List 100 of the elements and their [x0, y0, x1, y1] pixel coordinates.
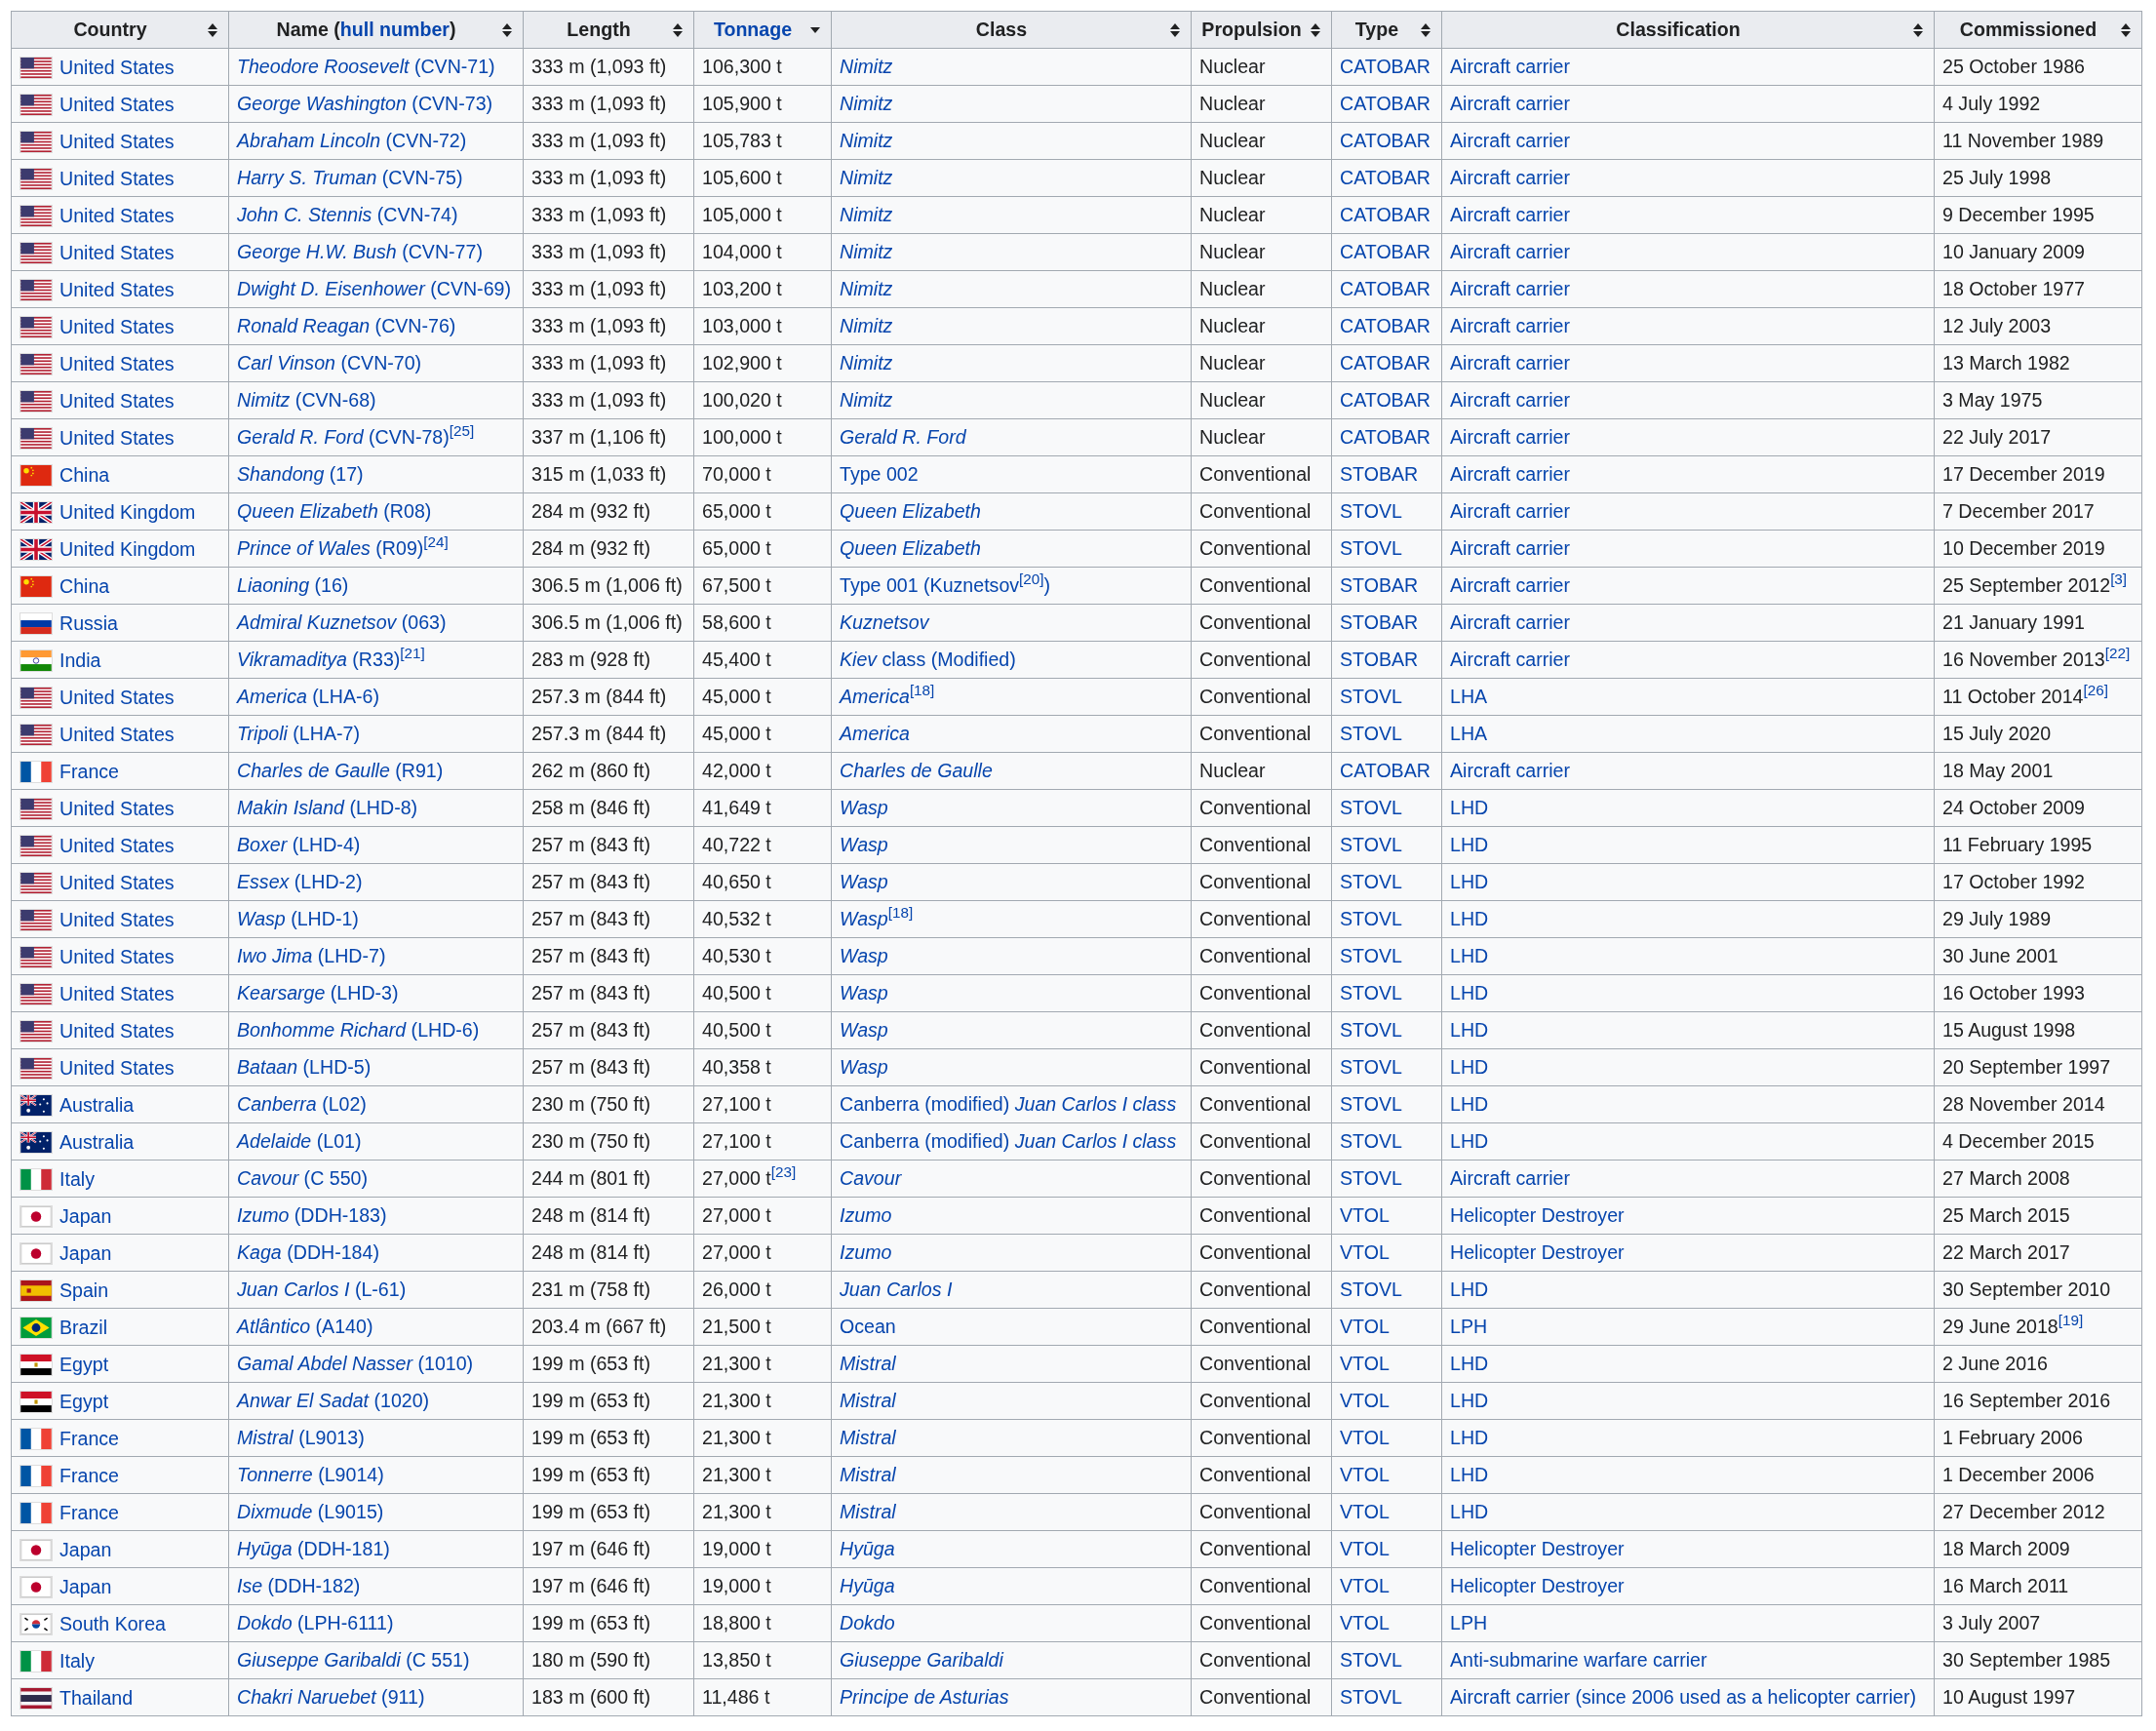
classification-link[interactable]: Helicopter Destroyer: [1450, 1575, 1625, 1596]
class-link[interactable]: Dokdo: [840, 1612, 895, 1633]
class-link[interactable]: Nimitz: [840, 204, 893, 225]
classification-link[interactable]: Aircraft carrier: [1450, 500, 1571, 522]
class-link[interactable]: Gerald R. Ford: [840, 426, 966, 448]
class-link[interactable]: Wasp: [840, 982, 888, 1003]
classification-link[interactable]: Aircraft carrier: [1450, 574, 1571, 596]
class-link[interactable]: Nimitz: [840, 389, 893, 411]
country-link[interactable]: Egypt: [59, 1390, 109, 1413]
column-header[interactable]: Propulsion: [1191, 11, 1332, 49]
classification-link[interactable]: Aircraft carrier: [1450, 352, 1571, 374]
country-link[interactable]: Egypt: [59, 1353, 109, 1376]
classification-link[interactable]: Aircraft carrier: [1450, 537, 1571, 559]
country-link[interactable]: France: [59, 760, 119, 783]
class-link[interactable]: Nimitz: [840, 56, 893, 77]
classification-link[interactable]: Aircraft carrier: [1450, 167, 1571, 188]
column-header[interactable]: Tonnage: [693, 11, 832, 49]
classification-link[interactable]: Helicopter Destroyer: [1450, 1241, 1625, 1263]
classification-link[interactable]: Aircraft carrier: [1450, 130, 1571, 151]
classification-link[interactable]: Aircraft carrier: [1450, 278, 1571, 299]
class-link[interactable]: Wasp: [840, 797, 888, 818]
class-link[interactable]: Kuznetsov: [840, 611, 929, 633]
country-link[interactable]: China: [59, 574, 110, 598]
class-link[interactable]: Mistral: [840, 1353, 896, 1374]
classification-link[interactable]: LHD: [1450, 1056, 1489, 1078]
classification-link[interactable]: LHD: [1450, 1130, 1489, 1152]
class-link[interactable]: Cavour: [840, 1167, 902, 1189]
classification-link[interactable]: Aircraft carrier: [1450, 611, 1571, 633]
classification-link[interactable]: Aircraft carrier: [1450, 315, 1571, 336]
class-link[interactable]: Nimitz: [840, 241, 893, 262]
class-link[interactable]: Izumo: [840, 1241, 892, 1263]
class-link[interactable]: Mistral: [840, 1427, 896, 1448]
classification-link[interactable]: LHD: [1450, 1353, 1489, 1374]
class-link[interactable]: Wasp$^{[18]}$: [840, 908, 914, 929]
country-link[interactable]: Russia: [59, 611, 118, 635]
country-link[interactable]: Japan: [59, 1241, 112, 1265]
classification-link[interactable]: Aircraft carrier: [1450, 426, 1571, 448]
class-link[interactable]: Nimitz: [840, 93, 893, 114]
classification-link[interactable]: LHD: [1450, 1501, 1489, 1522]
country-link[interactable]: Japan: [59, 1538, 112, 1561]
class-link[interactable]: Hyūga: [840, 1538, 895, 1559]
classification-link[interactable]: Aircraft carrier: [1450, 241, 1571, 262]
class-link[interactable]: Wasp: [840, 945, 888, 966]
classification-link[interactable]: Aircraft carrier: [1450, 760, 1571, 781]
country-link[interactable]: China: [59, 463, 110, 487]
column-header[interactable]: Type: [1331, 11, 1442, 49]
country-link[interactable]: Spain: [59, 1279, 109, 1302]
column-header[interactable]: Name (hull number): [228, 11, 524, 49]
country-link[interactable]: Japan: [59, 1575, 112, 1598]
class-link[interactable]: America: [840, 723, 910, 744]
class-link[interactable]: Izumo: [840, 1204, 892, 1226]
country-link[interactable]: Italy: [59, 1649, 95, 1672]
classification-link[interactable]: LHA: [1450, 723, 1488, 744]
class-link[interactable]: Juan Carlos I: [840, 1279, 953, 1300]
class-link[interactable]: Nimitz: [840, 167, 893, 188]
class-link[interactable]: Wasp: [840, 1056, 888, 1078]
classification-link[interactable]: LHD: [1450, 834, 1489, 855]
classification-link[interactable]: Aircraft carrier: [1450, 204, 1571, 225]
class-link[interactable]: Nimitz: [840, 278, 893, 299]
country-link[interactable]: France: [59, 1427, 119, 1450]
classification-link[interactable]: LHD: [1450, 1019, 1489, 1041]
class-link[interactable]: Nimitz: [840, 352, 893, 374]
country-link[interactable]: Brazil: [59, 1316, 107, 1339]
classification-link[interactable]: LHD: [1450, 1279, 1489, 1300]
column-header[interactable]: Country: [11, 11, 229, 49]
classification-link[interactable]: LHD: [1450, 945, 1489, 966]
column-header[interactable]: Commissioned: [1934, 11, 2142, 49]
class-link[interactable]: Wasp: [840, 834, 888, 855]
class-link[interactable]: Ocean: [840, 1316, 896, 1337]
column-header[interactable]: Length: [523, 11, 694, 49]
classification-link[interactable]: Aircraft carrier: [1450, 56, 1571, 77]
class-link[interactable]: Hyūga: [840, 1575, 895, 1596]
classification-link[interactable]: Aircraft carrier: [1450, 93, 1571, 114]
class-link[interactable]: Mistral: [840, 1390, 896, 1411]
classification-link[interactable]: LHD: [1450, 1390, 1489, 1411]
class-link[interactable]: Wasp: [840, 1019, 888, 1041]
column-header[interactable]: Class: [831, 11, 1192, 49]
class-link[interactable]: Nimitz: [840, 315, 893, 336]
classification-link[interactable]: Helicopter Destroyer: [1450, 1538, 1625, 1559]
classification-link[interactable]: Aircraft carrier: [1450, 463, 1571, 485]
class-link[interactable]: Mistral: [840, 1464, 896, 1485]
classification-link[interactable]: LPH: [1450, 1316, 1488, 1337]
classification-link[interactable]: LPH: [1450, 1612, 1488, 1633]
class-link[interactable]: Nimitz: [840, 130, 893, 151]
classification-link[interactable]: Aircraft carrier: [1450, 1167, 1571, 1189]
class-link[interactable]: Wasp: [840, 871, 888, 892]
classification-link[interactable]: LHD: [1450, 797, 1489, 818]
country-link[interactable]: France: [59, 1464, 119, 1487]
classification-link[interactable]: LHD: [1450, 871, 1489, 892]
classification-link[interactable]: LHD: [1450, 1464, 1489, 1485]
classification-link[interactable]: Helicopter Destroyer: [1450, 1204, 1625, 1226]
classification-link[interactable]: LHD: [1450, 908, 1489, 929]
classification-link[interactable]: LHD: [1450, 1093, 1489, 1115]
class-link[interactable]: Mistral: [840, 1501, 896, 1522]
country-link[interactable]: Italy: [59, 1167, 95, 1191]
classification-link[interactable]: LHD: [1450, 1427, 1489, 1448]
column-header[interactable]: Classification: [1441, 11, 1935, 49]
class-link[interactable]: America$^{[18]}$: [840, 686, 935, 707]
class-link[interactable]: Type 002: [840, 463, 919, 485]
classification-link[interactable]: Aircraft carrier: [1450, 649, 1571, 670]
